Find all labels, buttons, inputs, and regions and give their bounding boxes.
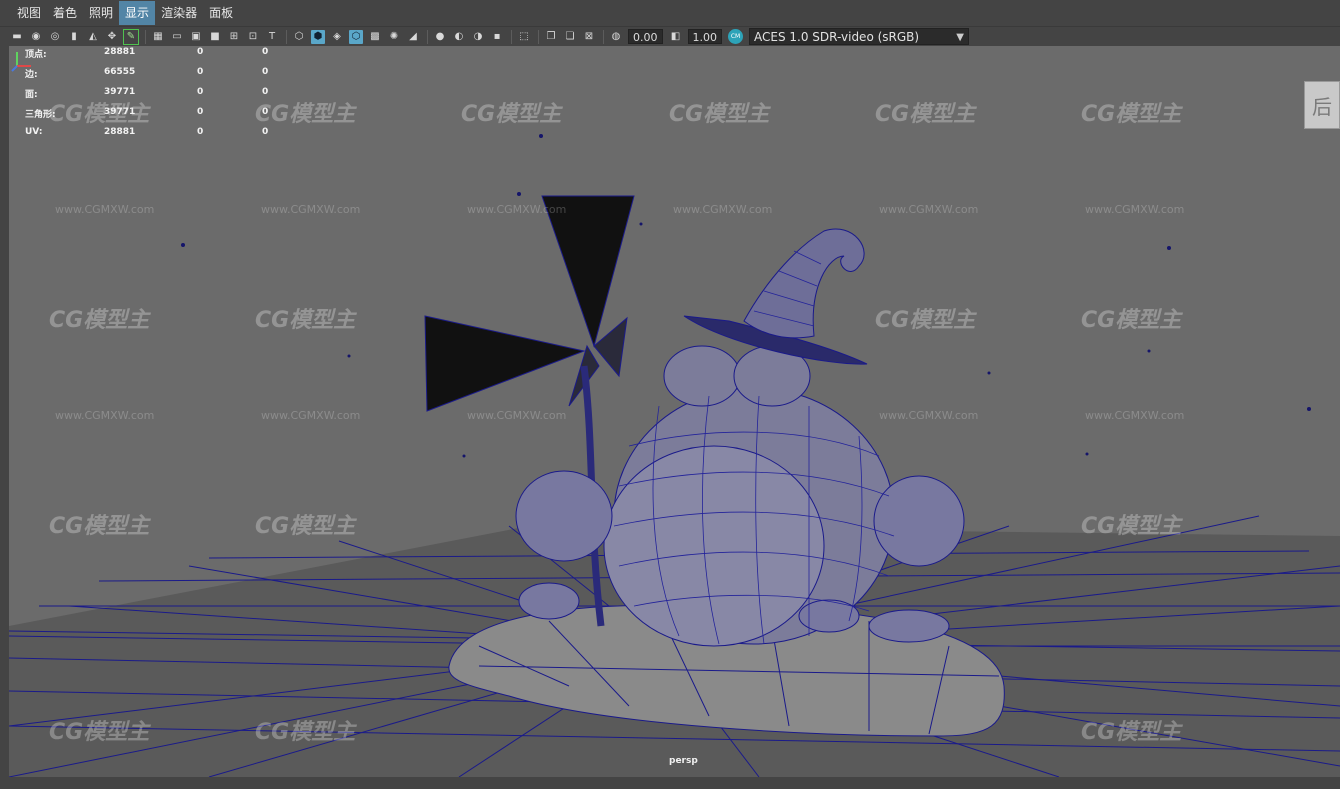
hud-value: 39771 — [104, 107, 136, 117]
viewport-toolbar: ▬ ◉ ◎ ▮ ◭ ✥ ✎ ▦ ▭ ▣ ■ ⊞ ⊡ T ⬡ ⬢ ◈ ⬡ ▩ ✺ … — [0, 27, 1340, 46]
hud-value: 0 — [197, 127, 204, 137]
fit-icon[interactable]: ⊠ — [582, 30, 596, 44]
film-gate-icon[interactable]: ▭ — [170, 30, 184, 44]
grease-pencil-icon[interactable]: ✎ — [123, 28, 139, 45]
hud-row-uvs: UV: 28881 0 0 — [25, 126, 285, 146]
safe-title-icon[interactable]: T — [265, 30, 279, 44]
toolbar-separator — [538, 29, 539, 44]
isolate-select-icon[interactable]: ◑ — [471, 30, 485, 44]
viewport-bottom-border — [0, 777, 1340, 789]
hud-value: 0 — [262, 47, 269, 57]
layout-icon[interactable]: ❏ — [563, 30, 577, 44]
camera-lock-icon[interactable]: ◉ — [29, 30, 43, 44]
menu-view[interactable]: 视图 — [11, 1, 47, 25]
hud-value: 0 — [262, 87, 269, 97]
shadows-icon[interactable]: ◢ — [406, 30, 420, 44]
hud-row-triangles: 三角形: 39771 0 0 — [25, 106, 285, 126]
menu-panels[interactable]: 面板 — [203, 1, 239, 25]
viewport-left-border — [0, 46, 9, 777]
resolution-gate-icon[interactable]: ▣ — [189, 30, 203, 44]
hud-row-edges: 边: 66555 0 0 — [25, 66, 285, 86]
hud-label: 三角形: — [25, 110, 56, 120]
toolbar-separator — [286, 29, 287, 44]
hud-row-faces: 面: 39771 0 0 — [25, 86, 285, 106]
viewport-menubar: 视图 着色 照明 显示 渲染器 面板 — [0, 0, 1340, 27]
wireframe-icon[interactable]: ⬡ — [292, 30, 306, 44]
field-chart-icon[interactable]: ⊞ — [227, 30, 241, 44]
hud-label: UV: — [25, 127, 43, 137]
toolbar-separator — [427, 29, 428, 44]
hud-value: 0 — [197, 107, 204, 117]
menu-show[interactable]: 显示 — [119, 1, 156, 25]
menu-renderer[interactable]: 渲染器 — [155, 1, 203, 25]
2d-pan-zoom-icon[interactable]: ✥ — [105, 30, 119, 44]
menu-lighting[interactable]: 照明 — [83, 1, 119, 25]
view-cube[interactable]: 后 — [1304, 81, 1340, 129]
witch-hat — [683, 228, 868, 365]
hud-value: 0 — [197, 67, 204, 77]
hud-value: 0 — [262, 67, 269, 77]
toolbar-separator — [145, 29, 146, 44]
hud-value: 0 — [262, 127, 269, 137]
color-management-icon[interactable]: CM — [728, 29, 743, 44]
hud-label: 面: — [25, 90, 38, 100]
motion-blur-icon[interactable]: ◐ — [452, 30, 466, 44]
image-plane-icon[interactable]: ◭ — [86, 30, 100, 44]
wireframe-on-shaded-icon[interactable]: ⬡ — [349, 29, 363, 44]
camera-attributes-icon[interactable]: ◎ — [48, 30, 62, 44]
hud-value: 0 — [197, 47, 204, 57]
xray-active-icon[interactable]: ⬚ — [517, 30, 531, 44]
hud-row-vertices: 顶点: 28881 0 0 — [25, 46, 285, 66]
hud-value: 39771 — [104, 87, 136, 97]
exposure-icon[interactable]: ◍ — [609, 30, 623, 44]
camera-icon[interactable]: ▬ — [10, 30, 24, 44]
safe-action-icon[interactable]: ⊡ — [246, 30, 260, 44]
camera-name-label: persp — [669, 756, 698, 766]
color-space-dropdown[interactable]: ACES 1.0 SDR-video (sRGB) ▼ — [749, 28, 969, 45]
smooth-shade-icon[interactable]: ⬢ — [311, 29, 325, 44]
gate-mask-icon[interactable]: ■ — [208, 30, 222, 44]
toolbar-separator — [511, 29, 512, 44]
ambient-occlusion-icon[interactable]: ● — [433, 30, 447, 44]
view-cube-face-label: 后 — [1312, 94, 1332, 119]
pinwheel — [424, 195, 635, 412]
gamma-icon[interactable]: ◧ — [669, 30, 683, 44]
hud-value: 66555 — [104, 67, 136, 77]
hud-value: 28881 — [104, 127, 136, 137]
use-lights-icon[interactable]: ✺ — [387, 30, 401, 44]
hud-value: 0 — [197, 87, 204, 97]
viewport-scene — [9, 134, 1340, 777]
xray-icon[interactable]: ▩ — [368, 30, 382, 44]
gamma-field[interactable]: 1.00 — [687, 29, 722, 44]
hud-value: 0 — [262, 107, 269, 117]
exposure-field[interactable]: 0.00 — [628, 29, 663, 44]
axis-gizmo-icon — [11, 52, 31, 72]
color-space-value: ACES 1.0 SDR-video (sRGB) — [754, 30, 920, 44]
chevron-down-icon: ▼ — [956, 32, 964, 43]
xray-joints-icon[interactable]: ▪ — [490, 30, 504, 44]
bookmark-icon[interactable]: ▮ — [67, 30, 81, 44]
hud-value: 28881 — [104, 47, 136, 57]
menu-shading[interactable]: 着色 — [47, 1, 83, 25]
toolbar-separator — [603, 29, 604, 44]
grid-icon[interactable]: ▦ — [151, 30, 165, 44]
backface-culling-icon[interactable]: ❐ — [544, 30, 558, 44]
poly-count-hud: 顶点: 28881 0 0 边: 66555 0 0 面: 39771 0 0 … — [25, 46, 285, 146]
3d-viewport[interactable]: CG模型主 CG模型主 CG模型主 CG模型主 CG模型主 CG模型主 www.… — [9, 46, 1340, 777]
default-material-icon[interactable]: ◈ — [330, 30, 344, 44]
